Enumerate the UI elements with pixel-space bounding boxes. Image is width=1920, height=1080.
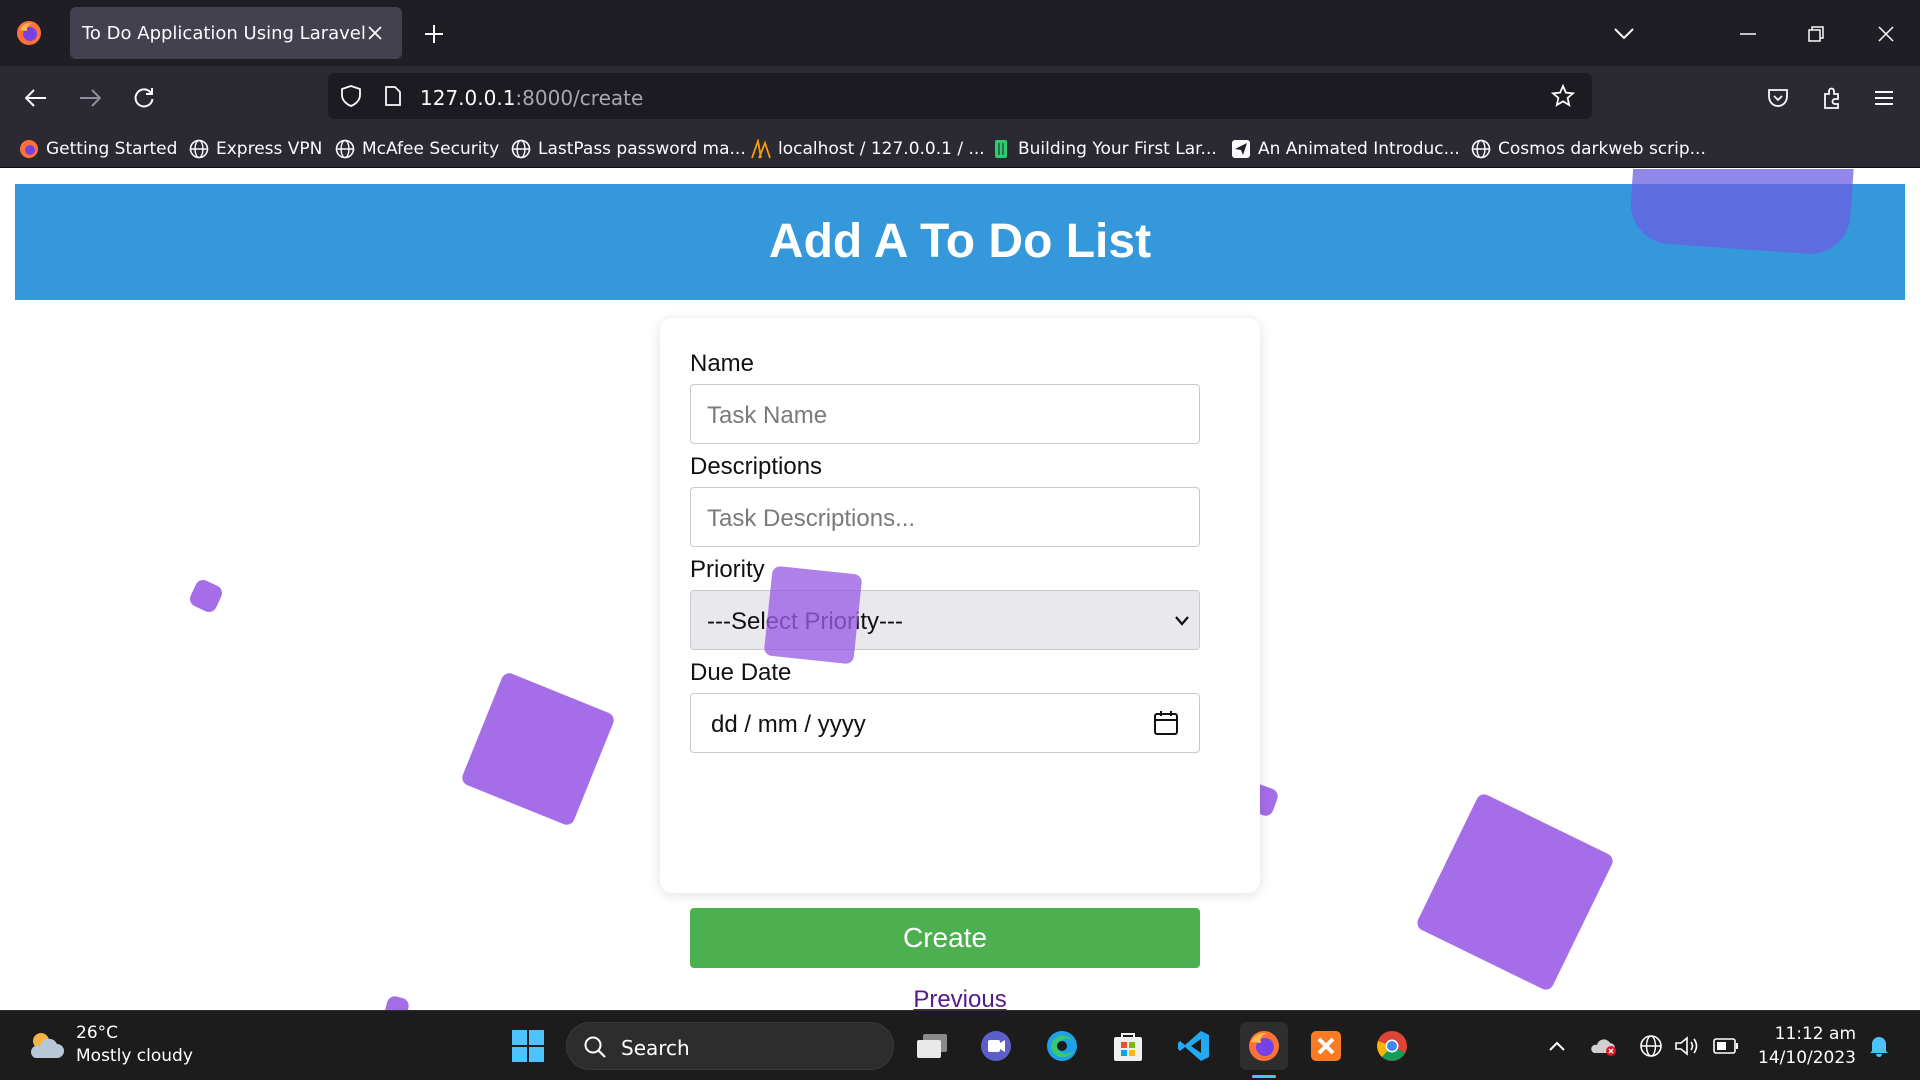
name-label: Name [690,350,755,377]
decorative-square [763,565,863,665]
weather-desc: Mostly cloudy [76,1046,193,1066]
task-view-icon[interactable] [912,1026,952,1066]
bookmark-express-vpn[interactable]: Express VPN [188,137,322,161]
previous-link[interactable]: Previous [660,986,1260,1010]
calendar-icon[interactable] [1153,710,1179,741]
bookmark-label: LastPass password ma... [538,139,746,159]
url-host: 127.0.0.1 [420,86,516,110]
clock-time: 11:12 am [1774,1024,1856,1044]
extensions-icon[interactable] [1816,82,1848,114]
hamburger-menu-icon[interactable] [1868,82,1900,114]
new-tab-icon[interactable] [420,20,448,48]
windows-start-icon[interactable] [508,1026,548,1066]
due-date-label: Due Date [690,659,792,686]
edge-browser-icon[interactable] [1042,1026,1082,1066]
task-descriptions-placeholder: Task Descriptions... [707,505,916,532]
bookmark-lastpass[interactable]: LastPass password ma... [510,137,746,161]
onedrive-error-icon[interactable] [1590,1033,1618,1059]
notification-bell-icon[interactable] [1866,1033,1892,1059]
volume-icon[interactable] [1674,1033,1700,1059]
decorative-square [187,577,225,615]
task-descriptions-input[interactable]: Task Descriptions... [690,487,1200,547]
taskbar-search[interactable]: Search [566,1022,894,1070]
url-text: 127.0.0.1:8000/create [420,86,643,110]
bookmarks-toolbar: Getting Started Express VPN McAfee Secur… [0,130,1920,168]
globe-icon [510,138,532,160]
tab-title: To Do Application Using Laravel [82,23,366,44]
language-globe-icon[interactable] [1638,1033,1664,1059]
forward-icon[interactable] [74,82,106,114]
show-hidden-icons-chevron-icon[interactable] [1544,1033,1570,1059]
bookmark-cosmos[interactable]: Cosmos darkweb scrip... [1470,137,1706,161]
clock-widget[interactable]: 11:12 am 14/10/2023 [1752,1024,1856,1068]
bookmark-label: Express VPN [216,139,323,159]
bookmark-mcafee-security[interactable]: McAfee Security [334,137,499,161]
list-tabs-chevron-icon[interactable] [1610,20,1638,48]
page-icon[interactable] [380,83,406,109]
weather-temp: 26°C [76,1023,119,1043]
bookmark-label: McAfee Security [362,139,500,159]
bookmark-label: Cosmos darkweb scrip... [1498,139,1706,159]
back-icon[interactable] [20,82,52,114]
windows-taskbar: 26°C Mostly cloudy Search 11:12 am 14/10… [0,1010,1920,1080]
phpmyadmin-icon [750,138,772,160]
weather-cloud-icon[interactable] [26,1027,66,1063]
bookmark-label: Building Your First Lar... [1018,139,1217,159]
decorative-square [459,670,617,828]
firefox-menu-icon[interactable] [14,18,44,48]
address-bar[interactable]: 127.0.0.1:8000/create [328,73,1592,119]
weather-widget[interactable]: 26°C Mostly cloudy [76,1023,193,1066]
bookmark-label: localhost / 127.0.0.1 / ... [778,139,985,159]
priority-label: Priority [690,556,765,583]
globe-icon [188,138,210,160]
teams-chat-icon[interactable] [976,1026,1016,1066]
todo-form-card: Name Task Name Descriptions Task Descrip… [660,318,1260,1010]
xampp-icon[interactable] [1306,1026,1346,1066]
page-header: Add A To Do List [15,184,1905,300]
bookmark-star-icon[interactable] [1550,83,1576,109]
vscode-icon[interactable] [1174,1026,1214,1066]
bookmark-label: An Animated Introduc... [1258,139,1460,159]
decorative-square [1414,791,1616,993]
shield-icon[interactable] [338,83,364,109]
bookmark-localhost[interactable]: localhost / 127.0.0.1 / ... [750,137,985,161]
create-button[interactable]: Create [690,908,1200,968]
globe-icon [334,138,356,160]
descriptions-label: Descriptions [690,453,823,480]
decorative-square [383,994,411,1010]
reload-icon[interactable] [128,82,160,114]
chevron-down-icon [1175,613,1189,631]
page-title: Add A To Do List [768,215,1152,268]
pocket-icon[interactable] [1762,82,1794,114]
close-tab-icon[interactable] [362,20,388,46]
task-name-input[interactable]: Task Name [690,384,1200,444]
book-icon [990,138,1012,160]
chrome-icon[interactable] [1372,1026,1412,1066]
minimize-icon[interactable] [1734,20,1762,48]
send-icon [1230,138,1252,160]
clock-date: 14/10/2023 [1758,1048,1856,1068]
microsoft-store-icon[interactable] [1108,1026,1148,1066]
task-name-placeholder: Task Name [707,402,828,429]
search-icon [583,1035,607,1064]
restore-icon[interactable] [1802,20,1830,48]
browser-tab-bar: To Do Application Using Laravel [0,0,1920,66]
bookmark-animated-intro[interactable]: An Animated Introduc... [1230,137,1460,161]
navigation-toolbar: 127.0.0.1:8000/create [0,66,1920,130]
due-date-value: dd / mm / yyyy [711,711,866,738]
tab-active[interactable]: To Do Application Using Laravel [70,7,402,59]
close-window-icon[interactable] [1872,20,1900,48]
due-date-input[interactable]: dd / mm / yyyy [690,693,1200,753]
bookmark-label: Getting Started [46,139,178,159]
globe-icon [1470,138,1492,160]
bookmark-building-laravel[interactable]: Building Your First Lar... [990,137,1217,161]
firefox-icon [18,138,40,160]
bookmark-getting-started[interactable]: Getting Started [18,137,177,161]
page-viewport: Add A To Do List Name Task Name Descript… [0,169,1920,1010]
active-app-indicator [1252,1075,1276,1078]
search-label: Search [621,1036,690,1060]
battery-icon[interactable] [1712,1033,1740,1059]
firefox-taskbar-icon[interactable] [1240,1022,1288,1070]
url-path: :8000/create [515,86,644,110]
